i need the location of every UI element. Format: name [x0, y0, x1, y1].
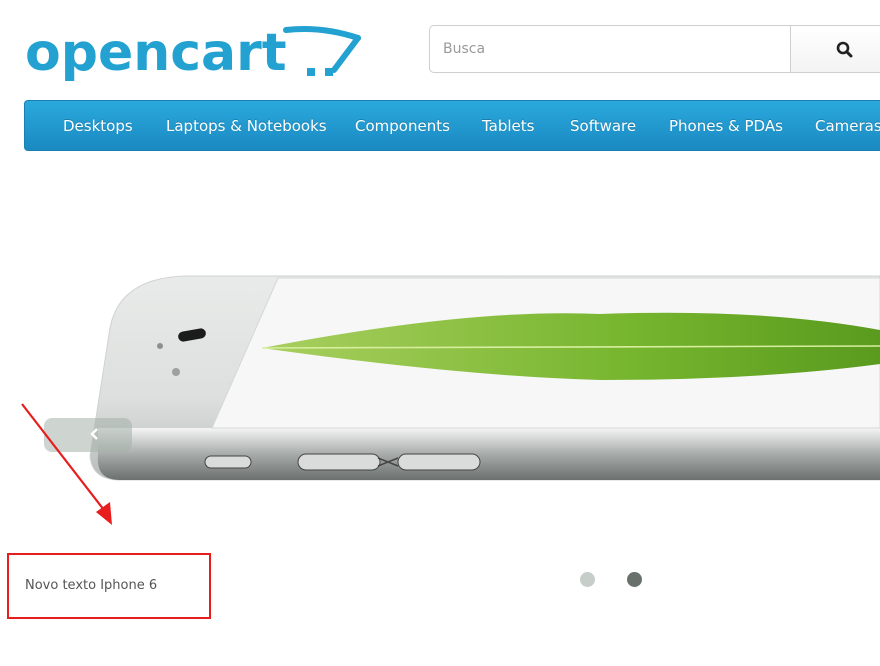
cart-icon [283, 26, 361, 76]
menu-item-cameras[interactable]: Cameras [815, 101, 880, 151]
menu-item-tablets[interactable]: Tablets [482, 101, 535, 151]
search-button[interactable] [790, 26, 880, 72]
logo-text: opencart [25, 23, 287, 83]
menu-item-laptops-notebooks[interactable]: Laptops & Notebooks [166, 101, 327, 151]
search-input[interactable] [430, 26, 790, 72]
slideshow-dot-2-active[interactable] [627, 572, 642, 587]
slideshow-dot-1[interactable] [580, 572, 595, 587]
menu-item-phones-pdas[interactable]: Phones & PDAs [669, 101, 783, 151]
slide-caption: Novo texto Iphone 6 [25, 578, 158, 593]
category-menu: Desktops Laptops & Notebooks Components … [24, 100, 880, 151]
search-icon [836, 41, 853, 58]
menu-item-desktops[interactable]: Desktops [63, 101, 133, 151]
menu-item-components[interactable]: Components [355, 101, 450, 151]
opencart-logo[interactable]: opencart [22, 18, 372, 94]
slide-image-iphone [89, 275, 880, 481]
menu-item-software[interactable]: Software [570, 101, 636, 151]
search-box [429, 25, 880, 73]
annotation-arrow [21, 403, 112, 525]
